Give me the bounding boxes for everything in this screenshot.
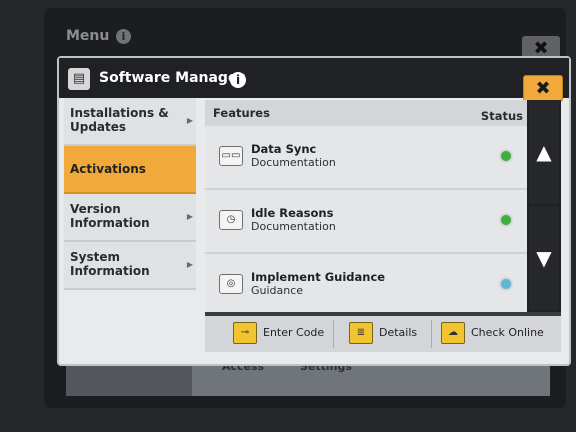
chevron-right-icon: ▶ bbox=[186, 116, 193, 125]
check-online-button[interactable]: ☁ Check Online bbox=[441, 322, 551, 346]
chevron-right-icon: ▶ bbox=[186, 260, 193, 269]
divider bbox=[333, 320, 334, 348]
feature-category: Guidance bbox=[251, 284, 304, 297]
status-indicator-icon bbox=[501, 215, 511, 225]
enter-code-label: Enter Code bbox=[263, 326, 325, 339]
nav-item-label: Installations & Updates bbox=[70, 106, 169, 134]
scrollbar: ▲ ▼ bbox=[527, 100, 561, 312]
software-manager-icon: ▤ bbox=[68, 68, 90, 90]
enter-code-button[interactable]: ⊸ Enter Code bbox=[233, 322, 324, 346]
document-icon: ≣ bbox=[349, 322, 373, 344]
background-lower-left bbox=[66, 362, 192, 396]
feature-category: Documentation bbox=[251, 220, 336, 233]
data-sync-icon: ▭▭ bbox=[219, 146, 243, 166]
status-indicator-icon bbox=[501, 279, 511, 289]
cloud-download-icon: ☁ bbox=[441, 322, 465, 344]
guidance-icon: ◎ bbox=[219, 274, 243, 294]
nav-item-installations-updates[interactable]: Installations & Updates ▶ bbox=[64, 98, 196, 146]
nav-item-activations[interactable]: Activations bbox=[64, 146, 196, 194]
dialog-header: ▤ Software Manager i ✖ bbox=[59, 58, 569, 102]
info-icon[interactable]: i bbox=[230, 72, 246, 88]
close-button[interactable]: ✖ bbox=[523, 75, 563, 102]
feature-name: Idle Reasons bbox=[251, 206, 334, 220]
divider bbox=[431, 320, 432, 348]
nav-item-system-information[interactable]: System Information ▶ bbox=[64, 242, 196, 290]
feature-name: Implement Guidance bbox=[251, 270, 386, 284]
scroll-up-button[interactable]: ▲ bbox=[529, 100, 559, 204]
feature-row-idle-reasons[interactable]: ◷ Idle Reasons Documentation bbox=[205, 190, 527, 254]
background-info-icon: i bbox=[116, 29, 131, 44]
feature-name: Data Sync bbox=[251, 142, 317, 156]
features-header: Features Status bbox=[205, 100, 527, 126]
background-menu-title: Menu bbox=[66, 28, 110, 44]
key-icon: ⊸ bbox=[233, 322, 257, 344]
dialog-title: Software Manager bbox=[99, 70, 245, 86]
features-panel: Features Status ▭▭ Data Sync Documentati… bbox=[205, 100, 561, 352]
check-online-label: Check Online bbox=[471, 326, 544, 339]
nav-item-label: Version Information bbox=[70, 202, 150, 230]
scroll-down-button[interactable]: ▼ bbox=[529, 206, 559, 310]
features-list: ▭▭ Data Sync Documentation ◷ Idle Reason… bbox=[205, 126, 527, 312]
chevron-right-icon: ▶ bbox=[186, 212, 193, 221]
status-column-header: Status bbox=[480, 109, 523, 123]
details-button[interactable]: ≣ Details bbox=[349, 322, 417, 346]
software-manager-dialog: ▤ Software Manager i ✖ Installations & U… bbox=[57, 56, 571, 366]
nav-item-label: System Information bbox=[70, 250, 150, 278]
status-indicator-icon bbox=[501, 151, 511, 161]
nav-item-version-information[interactable]: Version Information ▶ bbox=[64, 194, 196, 242]
feature-row-data-sync[interactable]: ▭▭ Data Sync Documentation bbox=[205, 126, 527, 190]
details-label: Details bbox=[379, 326, 418, 339]
feature-category: Documentation bbox=[251, 156, 336, 169]
feature-row-implement-guidance[interactable]: ◎ Implement Guidance Guidance bbox=[205, 254, 527, 312]
nav-item-label: Activations bbox=[70, 162, 146, 176]
action-bar: ⊸ Enter Code ≣ Details ☁ Check Online bbox=[205, 316, 561, 352]
clock-icon: ◷ bbox=[219, 210, 243, 230]
features-column-header: Features bbox=[213, 106, 270, 120]
